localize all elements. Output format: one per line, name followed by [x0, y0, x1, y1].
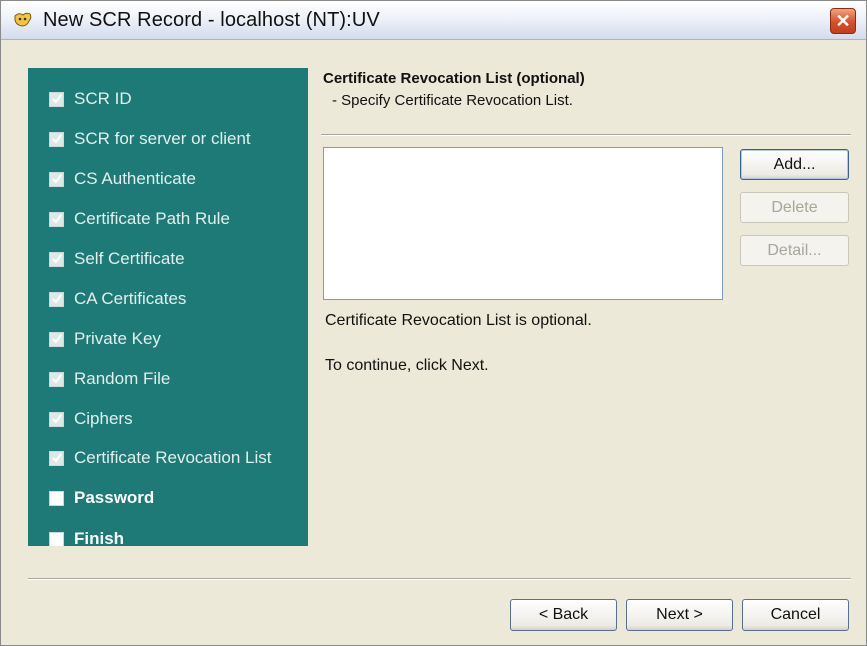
wizard-step-password: Password [49, 487, 154, 509]
section-subtitle: - Specify Certificate Revocation List. [332, 92, 573, 109]
optional-note: Certificate Revocation List is optional. [325, 312, 592, 329]
wizard-steps-panel: SCR ID SCR for server or client CS Authe… [28, 68, 308, 546]
back-button[interactable]: < Back [510, 599, 617, 631]
cancel-button[interactable]: Cancel [742, 599, 849, 631]
wizard-step-ca-certificates: CA Certificates [49, 288, 186, 310]
dialog-window: New SCR Record - localhost (NT):UV ✕ SCR… [0, 0, 867, 646]
checkmark-icon [49, 411, 64, 427]
delete-button[interactable]: Delete [740, 192, 849, 223]
checkmark-icon [49, 211, 64, 227]
wizard-step-scr-id: SCR ID [49, 88, 132, 110]
unchecked-box-icon [49, 531, 64, 546]
checkmark-icon [49, 371, 64, 387]
step-label: Certificate Path Rule [74, 209, 230, 228]
wizard-step-self-certificate: Self Certificate [49, 248, 185, 270]
crl-list[interactable] [323, 147, 723, 300]
checkmark-icon [49, 331, 64, 347]
wizard-step-private-key: Private Key [49, 328, 161, 350]
window-title: New SCR Record - localhost (NT):UV [43, 9, 380, 31]
section-title: Certificate Revocation List (optional) [323, 70, 585, 87]
step-label: SCR ID [74, 89, 132, 108]
checkmark-icon [49, 131, 64, 147]
wizard-step-random-file: Random File [49, 368, 170, 390]
wizard-step-certificate-revocation-list: Certificate Revocation List [49, 447, 271, 469]
title-bar[interactable]: New SCR Record - localhost (NT):UV ✕ [1, 1, 866, 40]
step-label: Password [74, 488, 155, 507]
detail-button[interactable]: Detail... [740, 235, 849, 266]
add-button[interactable]: Add... [740, 149, 849, 180]
close-button[interactable]: ✕ [830, 8, 856, 34]
step-label: Private Key [74, 329, 161, 348]
step-label: CA Certificates [74, 289, 187, 308]
checkmark-icon [49, 450, 64, 466]
step-label: SCR for server or client [74, 129, 251, 148]
checkmark-icon [49, 251, 64, 267]
next-button[interactable]: Next > [626, 599, 733, 631]
step-label: Random File [74, 369, 171, 388]
wizard-step-cs-authenticate: CS Authenticate [49, 168, 196, 190]
wizard-step-finish: Finish [49, 528, 124, 546]
wizard-step-scr-for-server-or-client: SCR for server or client [49, 128, 251, 150]
step-label: Self Certificate [74, 249, 185, 268]
step-label: CS Authenticate [74, 169, 196, 188]
wizard-step-certificate-path-rule: Certificate Path Rule [49, 208, 230, 230]
checkmark-icon [49, 171, 64, 187]
header-divider [321, 134, 851, 136]
unchecked-box-icon [49, 490, 64, 506]
app-icon [14, 12, 32, 27]
step-label: Finish [74, 529, 125, 546]
step-label: Certificate Revocation List [74, 448, 272, 467]
footer-divider [28, 578, 851, 580]
checkmark-icon [49, 91, 64, 107]
continue-note: To continue, click Next. [325, 357, 489, 374]
checkmark-icon [49, 291, 64, 307]
wizard-step-ciphers: Ciphers [49, 408, 133, 430]
step-label: Ciphers [74, 409, 133, 428]
